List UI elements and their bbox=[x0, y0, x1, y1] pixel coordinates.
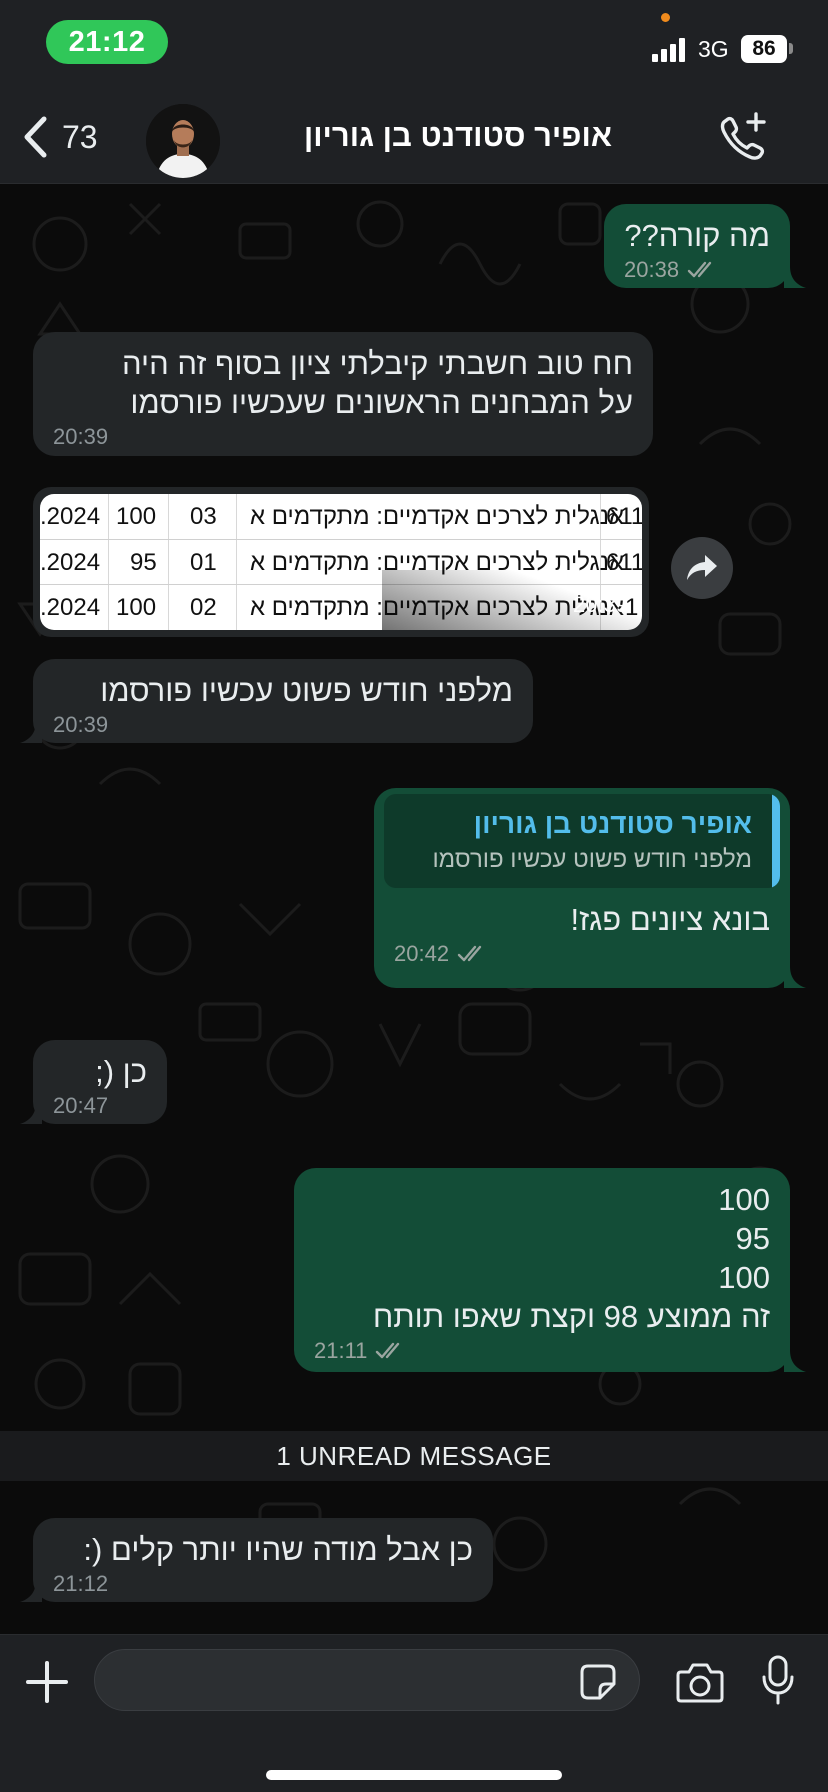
grade-group: 03 bbox=[190, 503, 217, 530]
message-text: כן אבל מודה שהיו יותר קלים (: bbox=[83, 1532, 473, 1567]
grade-value: 100 bbox=[116, 503, 157, 530]
message-outgoing[interactable]: 100 95 100 זה ממוצע 98 וקצת שאפו תותח 21… bbox=[294, 1168, 790, 1372]
grades-row: .2024 100 03 אנגלית לצרכים אקדמיים: מתקד… bbox=[40, 494, 642, 540]
message-outgoing-reply[interactable]: אופיר סטודנט בן גוריון מלפני חודש פשוט ע… bbox=[374, 788, 790, 988]
message-text: כן (; bbox=[95, 1054, 147, 1089]
message-meta: 21:12 bbox=[53, 1571, 473, 1597]
message-meta: 20:47 bbox=[53, 1093, 147, 1119]
message-input-bar bbox=[0, 1634, 828, 1792]
contact-photo bbox=[146, 104, 220, 178]
forward-icon bbox=[687, 555, 717, 580]
message-incoming[interactable]: חח טוב חשבתי קיבלתי ציון בסוף זה היה על … bbox=[33, 332, 653, 456]
sticker-icon[interactable] bbox=[578, 1662, 618, 1702]
message-time: 20:39 bbox=[53, 712, 109, 737]
message-incoming[interactable]: כן אבל מודה שהיו יותר קלים (: 21:12 bbox=[33, 1518, 493, 1602]
grade-date: .2024 bbox=[40, 503, 101, 530]
chat-area[interactable]: מה קורה?? 20:38 חח טוב חשבתי קיבלתי ציון… bbox=[0, 184, 828, 1634]
message-text: 100 95 100 זה ממוצע 98 וקצת שאפו תותח bbox=[372, 1182, 770, 1334]
double-check-icon bbox=[687, 261, 712, 278]
message-text: מה קורה?? bbox=[624, 218, 770, 253]
home-indicator[interactable] bbox=[266, 1770, 562, 1780]
quote-bar bbox=[772, 794, 780, 888]
battery-tip bbox=[789, 43, 793, 54]
battery-icon: 86 bbox=[741, 35, 787, 63]
privacy-indicator-dot bbox=[661, 13, 670, 22]
message-time: 21:12 bbox=[53, 1571, 109, 1596]
message-incoming[interactable]: מלפני חודש פשוט עכשיו פורסמו 20:39 bbox=[33, 659, 533, 743]
grade-date: .2024 bbox=[40, 594, 101, 621]
add-call-icon[interactable] bbox=[714, 110, 770, 166]
quoted-message[interactable]: אופיר סטודנט בן גוריון מלפני חודש פשוט ע… bbox=[384, 794, 780, 888]
course-name: אנגלית לצרכים אקדמיים: מתקדמים א bbox=[250, 503, 625, 530]
grade-group: 01 bbox=[190, 549, 217, 576]
message-time: 21:11 bbox=[314, 1338, 368, 1363]
grade-value: 100 bbox=[116, 594, 157, 621]
message-meta: 20:42 bbox=[394, 941, 770, 967]
plus-icon[interactable] bbox=[24, 1659, 70, 1705]
message-time: 20:39 bbox=[573, 592, 629, 617]
network-type: 3G bbox=[698, 36, 729, 62]
chat-header: 73 אופיר סטודנט בן גוריון bbox=[0, 90, 828, 184]
message-meta: 20:39 bbox=[53, 712, 513, 738]
grades-screenshot: .2024 100 03 אנגלית לצרכים אקדמיים: מתקד… bbox=[40, 494, 642, 630]
unread-messages-banner: 1 UNREAD MESSAGE bbox=[0, 1431, 828, 1481]
grade-group: 02 bbox=[190, 594, 217, 621]
back-button[interactable]: 73 bbox=[22, 114, 98, 160]
message-text: חח טוב חשבתי קיבלתי ציון בסוף זה היה על … bbox=[122, 346, 633, 420]
quoted-text: מלפני חודש פשוט עכשיו פורסמו bbox=[432, 846, 752, 873]
grade-value: 95 bbox=[130, 549, 157, 576]
status-time[interactable]: 21:12 bbox=[46, 20, 168, 64]
chevron-left-icon bbox=[24, 116, 47, 158]
double-check-icon bbox=[457, 945, 482, 962]
message-text: בונא ציונים פגז! bbox=[570, 902, 770, 937]
message-meta: 20:39 bbox=[53, 424, 633, 450]
message-incoming[interactable]: כן (; 20:47 bbox=[33, 1040, 167, 1124]
message-text: מלפני חודש פשוט עכשיו פורסמו bbox=[100, 673, 513, 708]
message-outgoing[interactable]: מה קורה?? 20:38 bbox=[604, 204, 790, 288]
bubble-tail bbox=[20, 1580, 42, 1602]
bubble-tail bbox=[20, 721, 42, 743]
message-time: 20:42 bbox=[394, 941, 450, 966]
bubble-tail bbox=[784, 266, 806, 288]
message-input[interactable] bbox=[94, 1649, 640, 1711]
unread-chats-count: 73 bbox=[62, 118, 98, 155]
message-meta: 20:38 bbox=[624, 257, 770, 283]
bubble-tail bbox=[784, 966, 806, 988]
course-code: 611 bbox=[606, 503, 642, 530]
image-message[interactable]: .2024 100 03 אנגלית לצרכים אקדמיים: מתקד… bbox=[33, 487, 649, 637]
camera-icon[interactable] bbox=[675, 1660, 725, 1704]
quoted-sender: אופיר סטודנט בן גוריון bbox=[473, 808, 752, 839]
message-time: 20:38 bbox=[624, 257, 680, 282]
double-check-icon bbox=[376, 1342, 400, 1359]
signal-icon bbox=[652, 38, 685, 62]
bubble-tail bbox=[20, 1102, 42, 1124]
forward-button[interactable] bbox=[671, 537, 733, 599]
grade-date: .2024 bbox=[40, 549, 101, 576]
message-time: 20:47 bbox=[53, 1093, 109, 1118]
avatar[interactable] bbox=[146, 104, 220, 178]
status-bar: 21:12 3G 86 bbox=[0, 0, 828, 90]
message-time: 20:39 bbox=[53, 424, 109, 449]
message-meta: 21:11 bbox=[314, 1338, 770, 1364]
microphone-icon[interactable] bbox=[761, 1655, 795, 1705]
bubble-tail bbox=[784, 1350, 806, 1372]
contact-name[interactable]: אופיר סטודנט בן גוריון bbox=[232, 118, 612, 154]
